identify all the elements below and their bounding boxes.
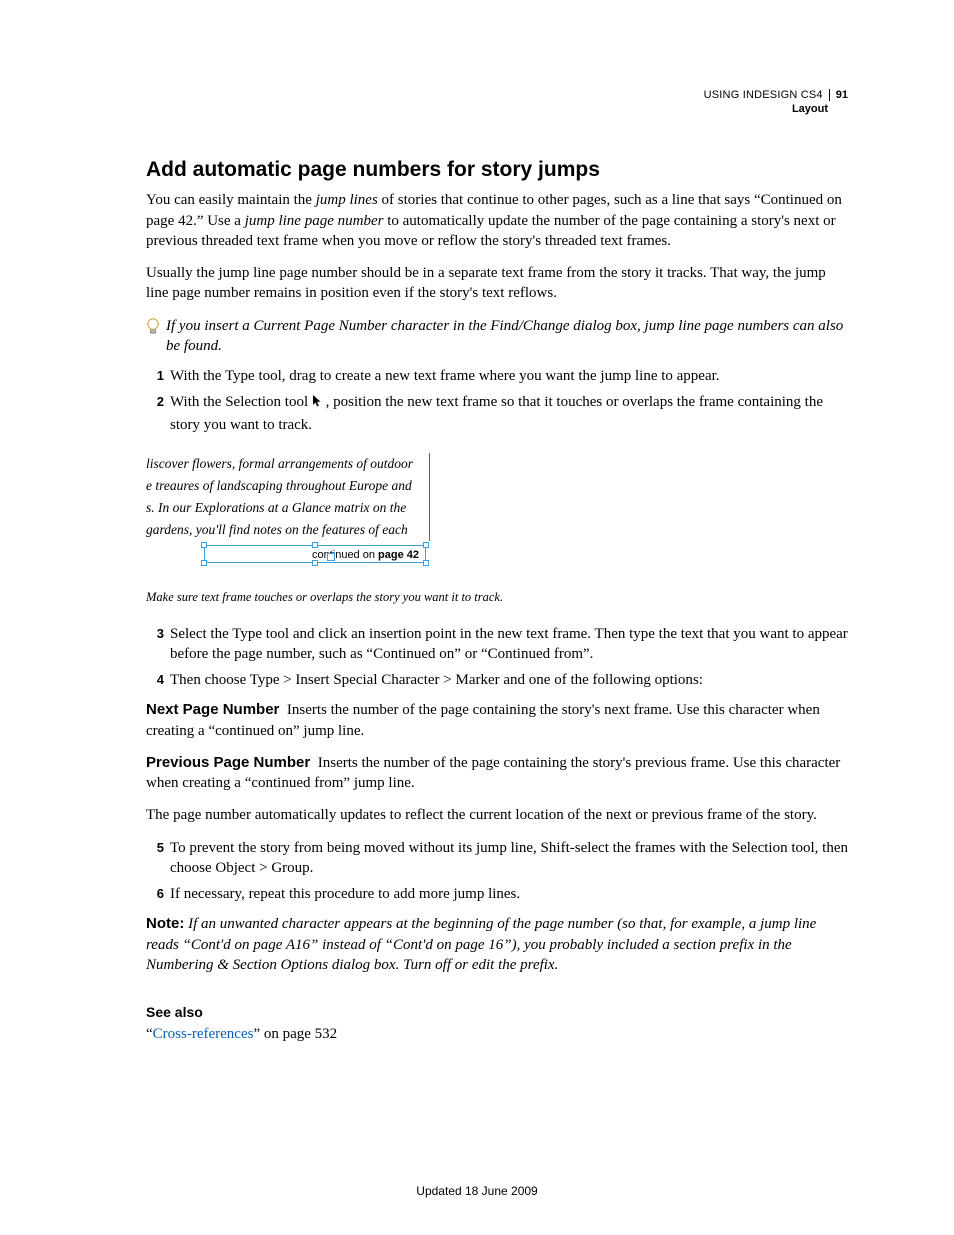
note-block: Note: If an unwanted character appears a… [146,914,848,975]
step-5: 5 To prevent the story from being moved … [146,838,848,879]
content: Add automatic page numbers for story jum… [146,156,848,1044]
steps-list-c: 5 To prevent the story from being moved … [146,838,848,905]
frame-handle-icon [312,560,318,566]
doc-title: USING INDESIGN CS4 [704,88,823,102]
intro-paragraph-1: You can easily maintain the jump lines o… [146,190,848,251]
page-heading: Add automatic page numbers for story jum… [146,156,848,184]
page-number: 91 [836,88,848,102]
see-also-item: “Cross-references” on page 532 [146,1024,848,1044]
figure: liscover flowers, formal arrangements of… [146,453,848,606]
frame-handle-icon [423,560,429,566]
tip-text: If you insert a Current Page Number char… [166,316,848,357]
footer-updated: Updated 18 June 2009 [0,1183,954,1199]
link-cross-references[interactable]: Cross-references [153,1026,254,1042]
section-name: Layout [704,102,828,116]
term-jump-lines: jump lines [316,192,378,208]
running-header: USING INDESIGN CS4 91 Layout [704,88,848,117]
steps-list-b: 3 Select the Type tool and click an inse… [146,624,848,691]
steps-list-a: 1 With the Type tool, drag to create a n… [146,366,848,435]
after-defs: The page number automatically updates to… [146,805,848,825]
figure-caption: Make sure text frame touches or overlaps… [146,589,848,606]
def-previous-page-number: Previous Page Number Inserts the number … [146,753,848,794]
frame-handle-icon [423,542,429,548]
jump-line-frame: continued on page 42 [200,541,430,575]
step-4: 4 Then choose Type > Insert Special Char… [146,670,848,690]
tip-block: If you insert a Current Page Number char… [146,316,848,357]
frame-handle-icon [201,560,207,566]
page: USING INDESIGN CS4 91 Layout Add automat… [0,0,954,1235]
lightbulb-icon [146,317,162,339]
frame-handle-icon [201,542,207,548]
def-next-page-number: Next Page Number Inserts the number of t… [146,700,848,741]
intro-paragraph-2: Usually the jump line page number should… [146,263,848,304]
see-also-heading: See also [146,1003,848,1022]
figure-canvas: liscover flowers, formal arrangements of… [146,453,430,583]
frame-handle-icon [312,542,318,548]
story-text-frame: liscover flowers, formal arrangements of… [146,453,430,541]
selection-tool-icon [312,396,322,412]
step-1: 1 With the Type tool, drag to create a n… [146,366,848,386]
frame-inport-icon [327,553,335,561]
term-jump-line-page-number: jump line page number [245,213,384,229]
step-2: 2 With the Selection tool , position the… [146,392,848,435]
header-divider [829,89,830,101]
step-6: 6 If necessary, repeat this procedure to… [146,884,848,904]
note-label: Note: [146,915,184,932]
step-3: 3 Select the Type tool and click an inse… [146,624,848,665]
